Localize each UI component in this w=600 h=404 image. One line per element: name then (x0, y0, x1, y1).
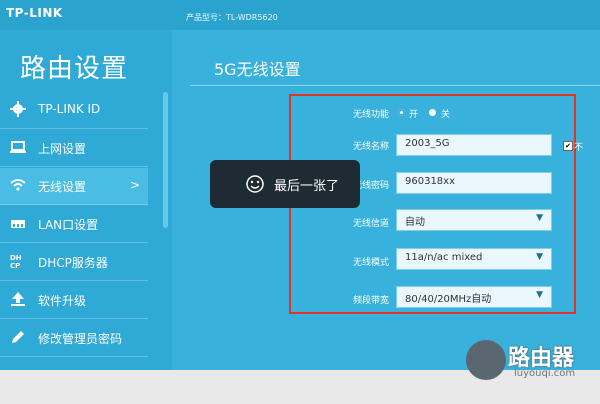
sidebar-item-upgrade[interactable]: 软件升级 (0, 282, 148, 319)
svg-text:DH: DH (10, 254, 22, 262)
sidebar-item-label: 上网设置 (38, 142, 87, 156)
hide-ssid-label: 不 (574, 143, 584, 153)
ssid-value: 2003_5G (405, 138, 450, 149)
toast-text: 最后一张了 (274, 179, 340, 194)
chevron-right-icon: > (130, 178, 141, 192)
lan-icon (11, 220, 25, 228)
sidebar-item-label: DHCP服务器 (38, 256, 108, 270)
sidebar-scrollbar[interactable] (163, 92, 168, 228)
dhcp-icon: DHCP (10, 254, 22, 269)
dropdown-arrow-icon: ▼ (536, 252, 543, 262)
sidebar-item-label: LAN口设置 (38, 218, 99, 232)
router-admin-window: TP-LINK 产品型号：TL-WDR5620 路由设置 TP-LINK ID … (0, 0, 600, 404)
dropdown-arrow-icon: ▼ (536, 290, 543, 300)
bottom-strip (0, 370, 600, 404)
sidebar-item-admin-password[interactable]: 修改管理员密码 (0, 320, 148, 357)
title-divider (190, 85, 600, 86)
hide-ssid-checkbox[interactable]: ✔ (563, 141, 573, 151)
dropdown-arrow-icon: ▼ (536, 213, 543, 223)
channel-value: 自动 (405, 217, 425, 228)
sidebar-item-wireless[interactable]: 无线设置 > (0, 168, 148, 205)
sidebar-item-internet[interactable]: 上网设置 (0, 130, 148, 167)
sidebar-item-label: 软件升级 (38, 294, 87, 308)
watermark-logo-icon (466, 340, 506, 380)
sidebar-title: 路由设置 (20, 54, 129, 84)
wifi-off-radio[interactable] (429, 109, 436, 116)
ssid-input[interactable]: 2003_5G (396, 134, 552, 156)
watermark-url: luyouqi.com (514, 368, 576, 379)
top-bar: TP-LINK 产品型号：TL-WDR5620 (0, 0, 600, 30)
wifi-on-radio[interactable] (398, 109, 405, 116)
sidebar-item-dhcp[interactable]: DH CP DHCP服务器 (0, 244, 148, 281)
laptop-icon (10, 141, 26, 153)
mode-value: 11a/n/ac mixed (405, 252, 483, 263)
channel-label: 无线信道 (352, 219, 389, 229)
toast-message: 最后一张了 (210, 160, 360, 208)
sidebar-item-tplink-id[interactable]: TP-LINK ID (0, 92, 148, 129)
product-model: 产品型号：TL-WDR5620 (186, 13, 278, 22)
gear-icon (10, 101, 26, 117)
wifi-on-label: 开 (409, 110, 419, 120)
sidebar-item-label: 修改管理员密码 (38, 332, 123, 346)
channel-select[interactable]: 自动 ▼ (396, 209, 552, 231)
mode-label: 无线模式 (352, 258, 389, 268)
wifi-function-label: 无线功能 (352, 110, 389, 120)
pencil-icon (12, 331, 24, 343)
wifi-icon (10, 179, 26, 191)
bandwidth-label: 频段带宽 (352, 296, 389, 306)
upload-icon (11, 292, 25, 306)
bandwidth-value: 80/40/20MHz自动 (405, 294, 492, 305)
ssid-label: 无线名称 (352, 142, 389, 152)
sidebar-item-lan[interactable]: LAN口设置 (0, 206, 148, 243)
page-title: 5G无线设置 (214, 60, 301, 79)
smiley-icon (246, 175, 264, 193)
password-value: 960318xx (405, 176, 456, 187)
mode-select[interactable]: 11a/n/ac mixed ▼ (396, 248, 552, 270)
sidebar-item-label: 无线设置 (38, 180, 87, 194)
sidebar-item-label: TP-LINK ID (38, 102, 101, 116)
svg-text:CP: CP (10, 262, 20, 269)
password-input[interactable]: 960318xx (396, 172, 552, 194)
bandwidth-select[interactable]: 80/40/20MHz自动 ▼ (396, 286, 552, 308)
brand-logo: TP-LINK (6, 6, 63, 20)
wifi-off-label: 关 (441, 110, 451, 120)
